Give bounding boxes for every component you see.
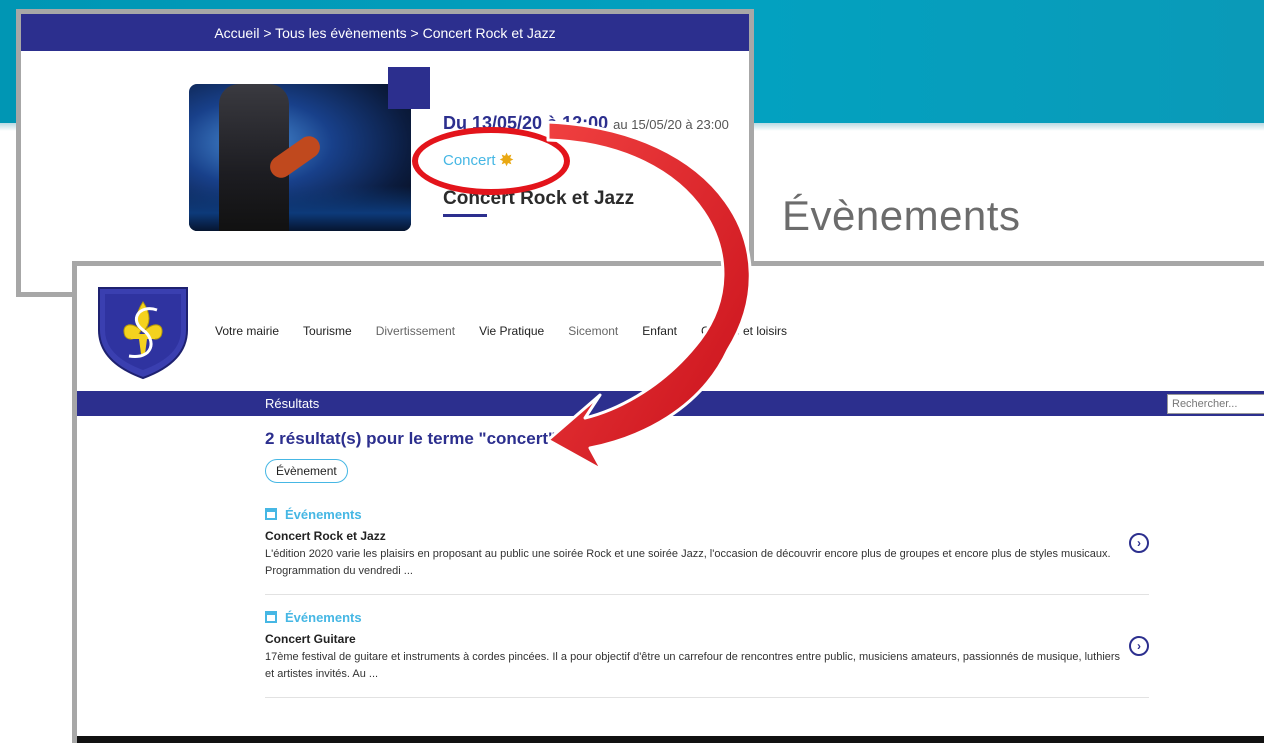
main-nav: Votre mairie Tourisme Divertissement Vie… xyxy=(215,324,811,338)
event-detail-screenshot: Accueil > Tous les évènements > Concert … xyxy=(16,9,754,297)
result-category: Événements xyxy=(265,505,1149,523)
calendar-icon xyxy=(265,508,277,520)
search-results-screenshot: Votre mairie Tourisme Divertissement Vie… xyxy=(72,261,1264,743)
fleur-de-lis-shield-icon[interactable] xyxy=(95,280,191,380)
highlight-ellipse xyxy=(412,127,570,195)
nav-item-divertissement[interactable]: Divertissement xyxy=(376,324,455,338)
event-date-to: au 15/05/20 à 23:00 xyxy=(613,117,729,132)
result-description: 17ème festival de guitare et instruments… xyxy=(265,651,1121,680)
result-category-label: Événements xyxy=(285,506,362,522)
nav-item-enfant[interactable]: Enfant xyxy=(642,324,677,338)
filter-chip-evenement[interactable]: Évènement xyxy=(265,459,348,483)
result-category: Événements xyxy=(265,608,1149,626)
title-underline xyxy=(443,214,487,217)
nav-item-sicemont[interactable]: Sicemont xyxy=(568,324,618,338)
results-bar-label: Résultats xyxy=(265,396,320,411)
chevron-right-circle-icon[interactable]: › xyxy=(1129,533,1149,553)
calendar-icon xyxy=(265,611,277,623)
nav-item-vie-pratique[interactable]: Vie Pratique xyxy=(479,324,544,338)
page-title: Évènements xyxy=(782,192,1021,239)
footer-bar xyxy=(77,736,1264,743)
result-title[interactable]: Concert Rock et Jazz xyxy=(265,529,1149,543)
nav-item-tourisme[interactable]: Tourisme xyxy=(303,324,352,338)
result-title[interactable]: Concert Guitare xyxy=(265,632,1149,646)
breadcrumb[interactable]: Accueil > Tous les évènements > Concert … xyxy=(21,14,749,51)
chevron-right-circle-icon[interactable]: › xyxy=(1129,636,1149,656)
nav-item-culture-et-loisirs[interactable]: Culture et loisirs xyxy=(701,324,787,338)
nav-item-votre-mairie[interactable]: Votre mairie xyxy=(215,324,279,338)
list-item[interactable]: Événements Concert Guitare 17ème festiva… xyxy=(265,608,1149,698)
search-input[interactable] xyxy=(1167,394,1264,414)
result-description: L'édition 2020 varie les plaisirs en pro… xyxy=(265,548,1111,577)
date-badge xyxy=(388,67,430,109)
results-heading: 2 résultat(s) pour le terme "concert" xyxy=(265,429,557,448)
event-photo xyxy=(189,84,411,231)
results-bar: Résultats xyxy=(77,391,1264,416)
result-category-label: Événements xyxy=(285,609,362,625)
list-item[interactable]: Événements Concert Rock et Jazz L'éditio… xyxy=(265,505,1149,595)
